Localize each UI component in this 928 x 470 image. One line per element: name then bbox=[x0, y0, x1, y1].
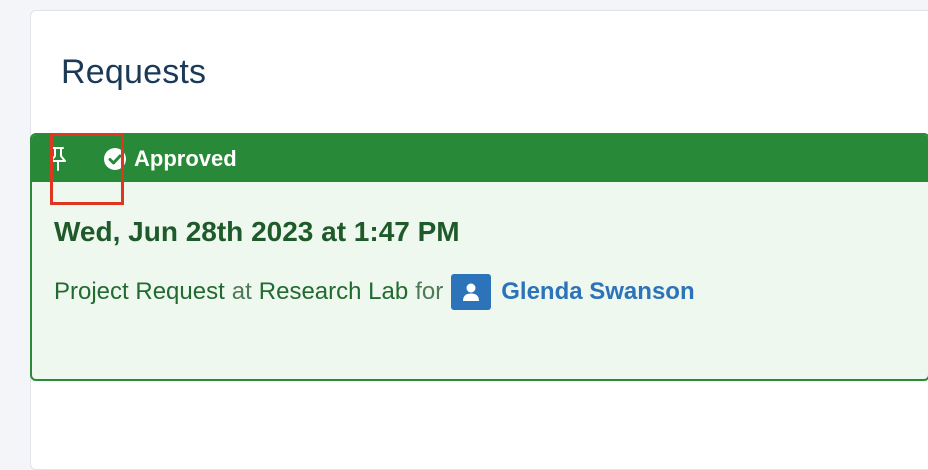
request-type: Project Request bbox=[54, 278, 225, 305]
pin-button[interactable] bbox=[44, 145, 72, 173]
status-badge: Approved bbox=[104, 146, 237, 172]
user-name-link[interactable]: Glenda Swanson bbox=[501, 278, 694, 306]
page-title: Requests bbox=[61, 53, 207, 91]
request-location: Research Lab bbox=[258, 278, 409, 305]
request-card: Approved Wed, Jun 28th 2023 at 1:47 PM P… bbox=[30, 133, 928, 381]
check-circle-icon bbox=[104, 148, 126, 170]
at-word: at bbox=[231, 278, 252, 305]
card-header: Approved bbox=[32, 135, 928, 182]
request-details: Project Request at Research Lab for Glen… bbox=[54, 274, 695, 310]
request-date: Wed, Jun 28th 2023 at 1:47 PM bbox=[54, 216, 460, 247]
pin-icon bbox=[50, 147, 66, 171]
status-label: Approved bbox=[134, 146, 237, 171]
user-icon bbox=[451, 274, 492, 310]
for-word: for bbox=[415, 278, 444, 305]
